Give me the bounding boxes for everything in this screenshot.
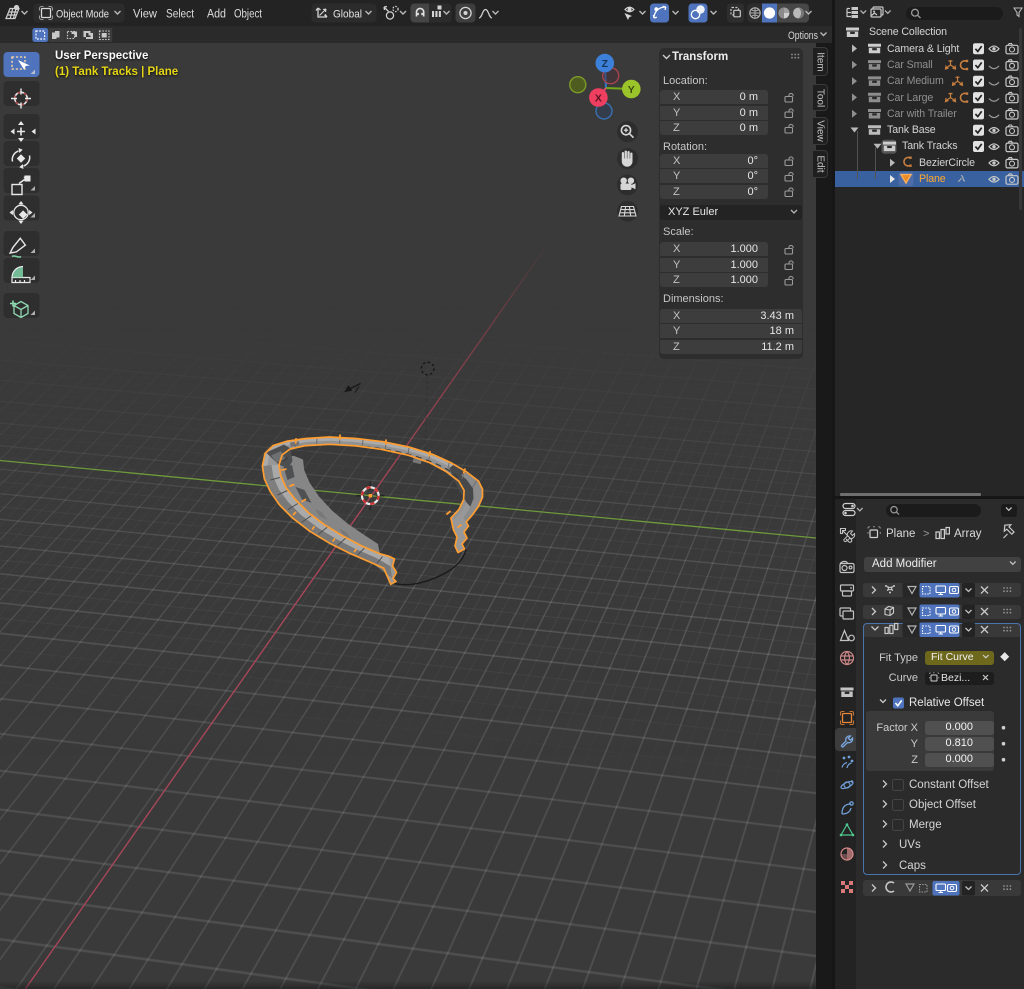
svg-text:Select: Select: [166, 8, 195, 20]
svg-text:View: View: [133, 8, 158, 20]
svg-text:Y: Y: [628, 84, 635, 96]
svg-text:Options: Options: [788, 30, 818, 42]
svg-text:Z: Z: [602, 58, 609, 70]
svg-text:X: X: [595, 92, 602, 104]
svg-text:Global: Global: [333, 8, 362, 20]
svg-text:Object Mode: Object Mode: [56, 8, 109, 20]
svg-text:Object: Object: [234, 8, 263, 20]
svg-text:Add: Add: [207, 8, 226, 20]
